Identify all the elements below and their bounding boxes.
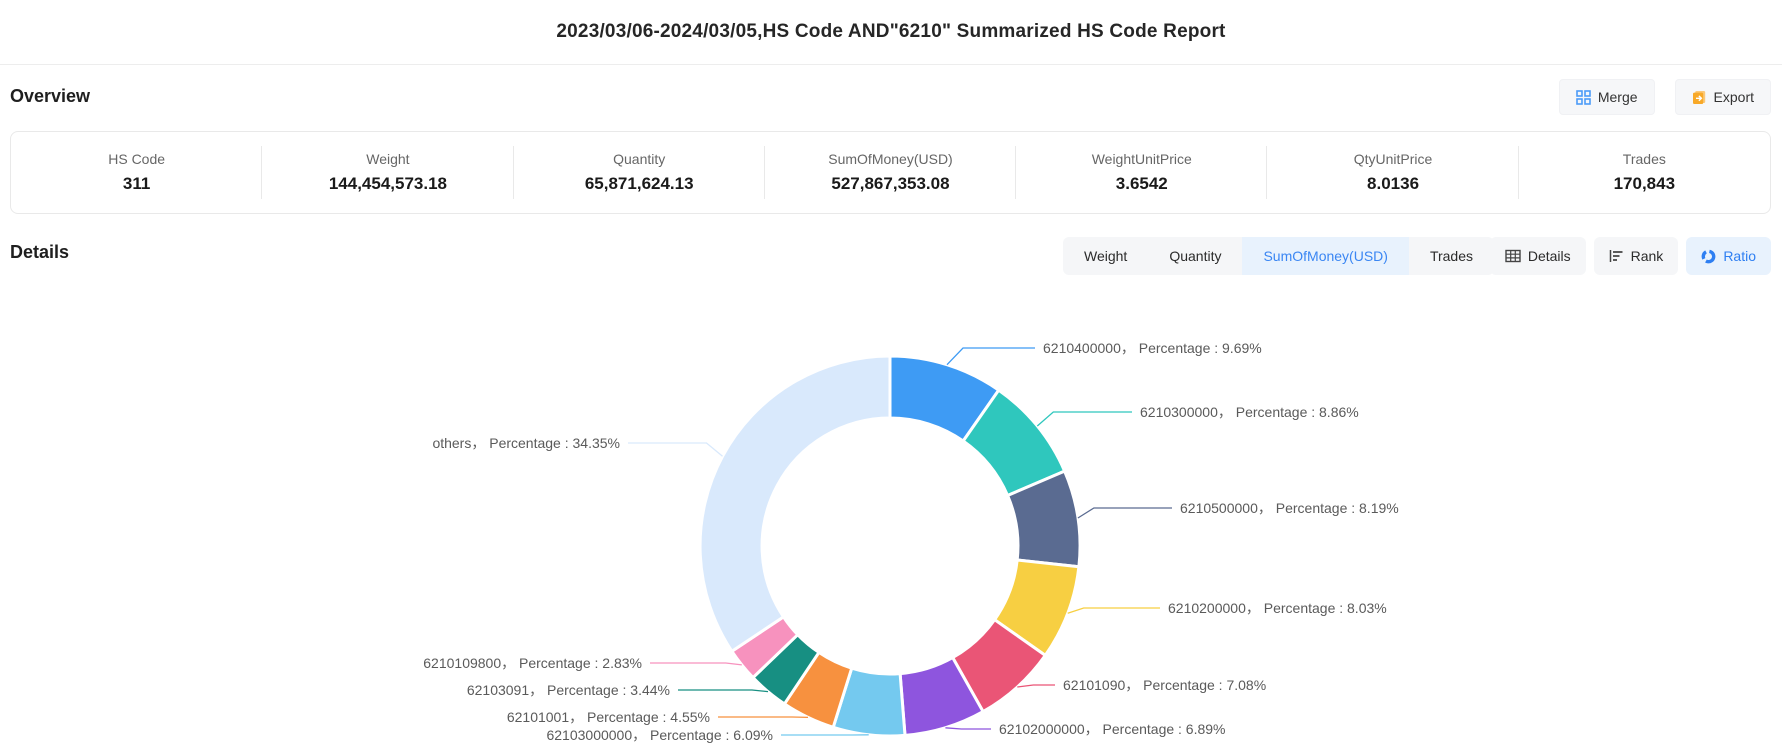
export-button-label: Export [1714,89,1754,105]
stat-label: QtyUnitPrice [1354,151,1433,167]
stat-column: Quantity 65,871,624.13 [514,132,765,213]
stat-label: Trades [1623,151,1666,167]
leader-line [1037,412,1132,426]
slice-label: 6210200000， Percentage : 8.03% [1168,600,1387,616]
overview-toolbar: Merge Export [1559,79,1771,115]
leader-line [678,690,768,692]
stat-label: SumOfMoney(USD) [828,151,952,167]
stat-label: Weight [366,151,409,167]
page-title: 2023/03/06-2024/03/05,HS Code AND"6210" … [556,21,1225,43]
slice-label: 6210400000， Percentage : 9.69% [1043,340,1262,356]
export-button[interactable]: Export [1675,79,1771,115]
merge-button-label: Merge [1598,89,1638,105]
leader-line [650,663,742,665]
slice-label: 62102000000， Percentage : 6.89% [999,721,1226,737]
leader-line [945,728,991,729]
slice-label: 6210500000， Percentage : 8.19% [1180,500,1399,516]
overview-heading: Overview [0,86,90,107]
stat-value: 311 [123,174,150,194]
stat-value: 144,454,573.18 [329,174,447,194]
leader-line [1068,608,1160,613]
slice-label: others， Percentage : 34.35% [432,435,620,451]
stat-column: WeightUnitPrice 3.6542 [1016,132,1267,213]
ratio-donut-chart: 6210400000， Percentage : 9.69% 6210300000… [0,240,1782,751]
merge-icon [1576,90,1591,105]
slice-label: 62101090， Percentage : 7.08% [1063,677,1266,693]
stat-column: Weight 144,454,573.18 [262,132,513,213]
stat-column: HS Code 311 [11,132,262,213]
stat-label: WeightUnitPrice [1092,151,1192,167]
stat-value: 3.6542 [1116,174,1168,194]
leader-line [628,443,723,456]
stat-label: Quantity [613,151,665,167]
leader-line [1078,508,1172,518]
stat-value: 170,843 [1614,174,1675,194]
stat-column: SumOfMoney(USD) 527,867,353.08 [765,132,1016,213]
stat-label: HS Code [108,151,165,167]
stats-card: HS Code 311Weight 144,454,573.18Quantity… [10,131,1771,214]
slice-label: 6210109800， Percentage : 2.83% [423,655,642,671]
slice-label: 6210300000， Percentage : 8.86% [1140,404,1359,420]
stat-column: QtyUnitPrice 8.0136 [1267,132,1518,213]
stat-value: 527,867,353.08 [831,174,949,194]
stat-column: Trades 170,843 [1519,132,1770,213]
slice-label: 62103091， Percentage : 3.44% [467,682,670,698]
merge-button[interactable]: Merge [1559,79,1655,115]
leader-line [1017,685,1055,687]
hs-code-report-page: 2023/03/06-2024/03/05,HS Code AND"6210" … [0,0,1782,751]
slice-label: 62103000000， Percentage : 6.09% [546,727,773,743]
export-icon [1692,90,1707,105]
stat-value: 65,871,624.13 [585,174,694,194]
leader-line [947,348,1035,365]
overview-header-row: Overview Merge [0,72,1782,120]
pie-slice-others[interactable] [700,356,890,651]
stat-value: 8.0136 [1367,174,1419,194]
title-bar: 2023/03/06-2024/03/05,HS Code AND"6210" … [0,0,1782,65]
slice-label: 62101001， Percentage : 4.55% [507,709,710,725]
